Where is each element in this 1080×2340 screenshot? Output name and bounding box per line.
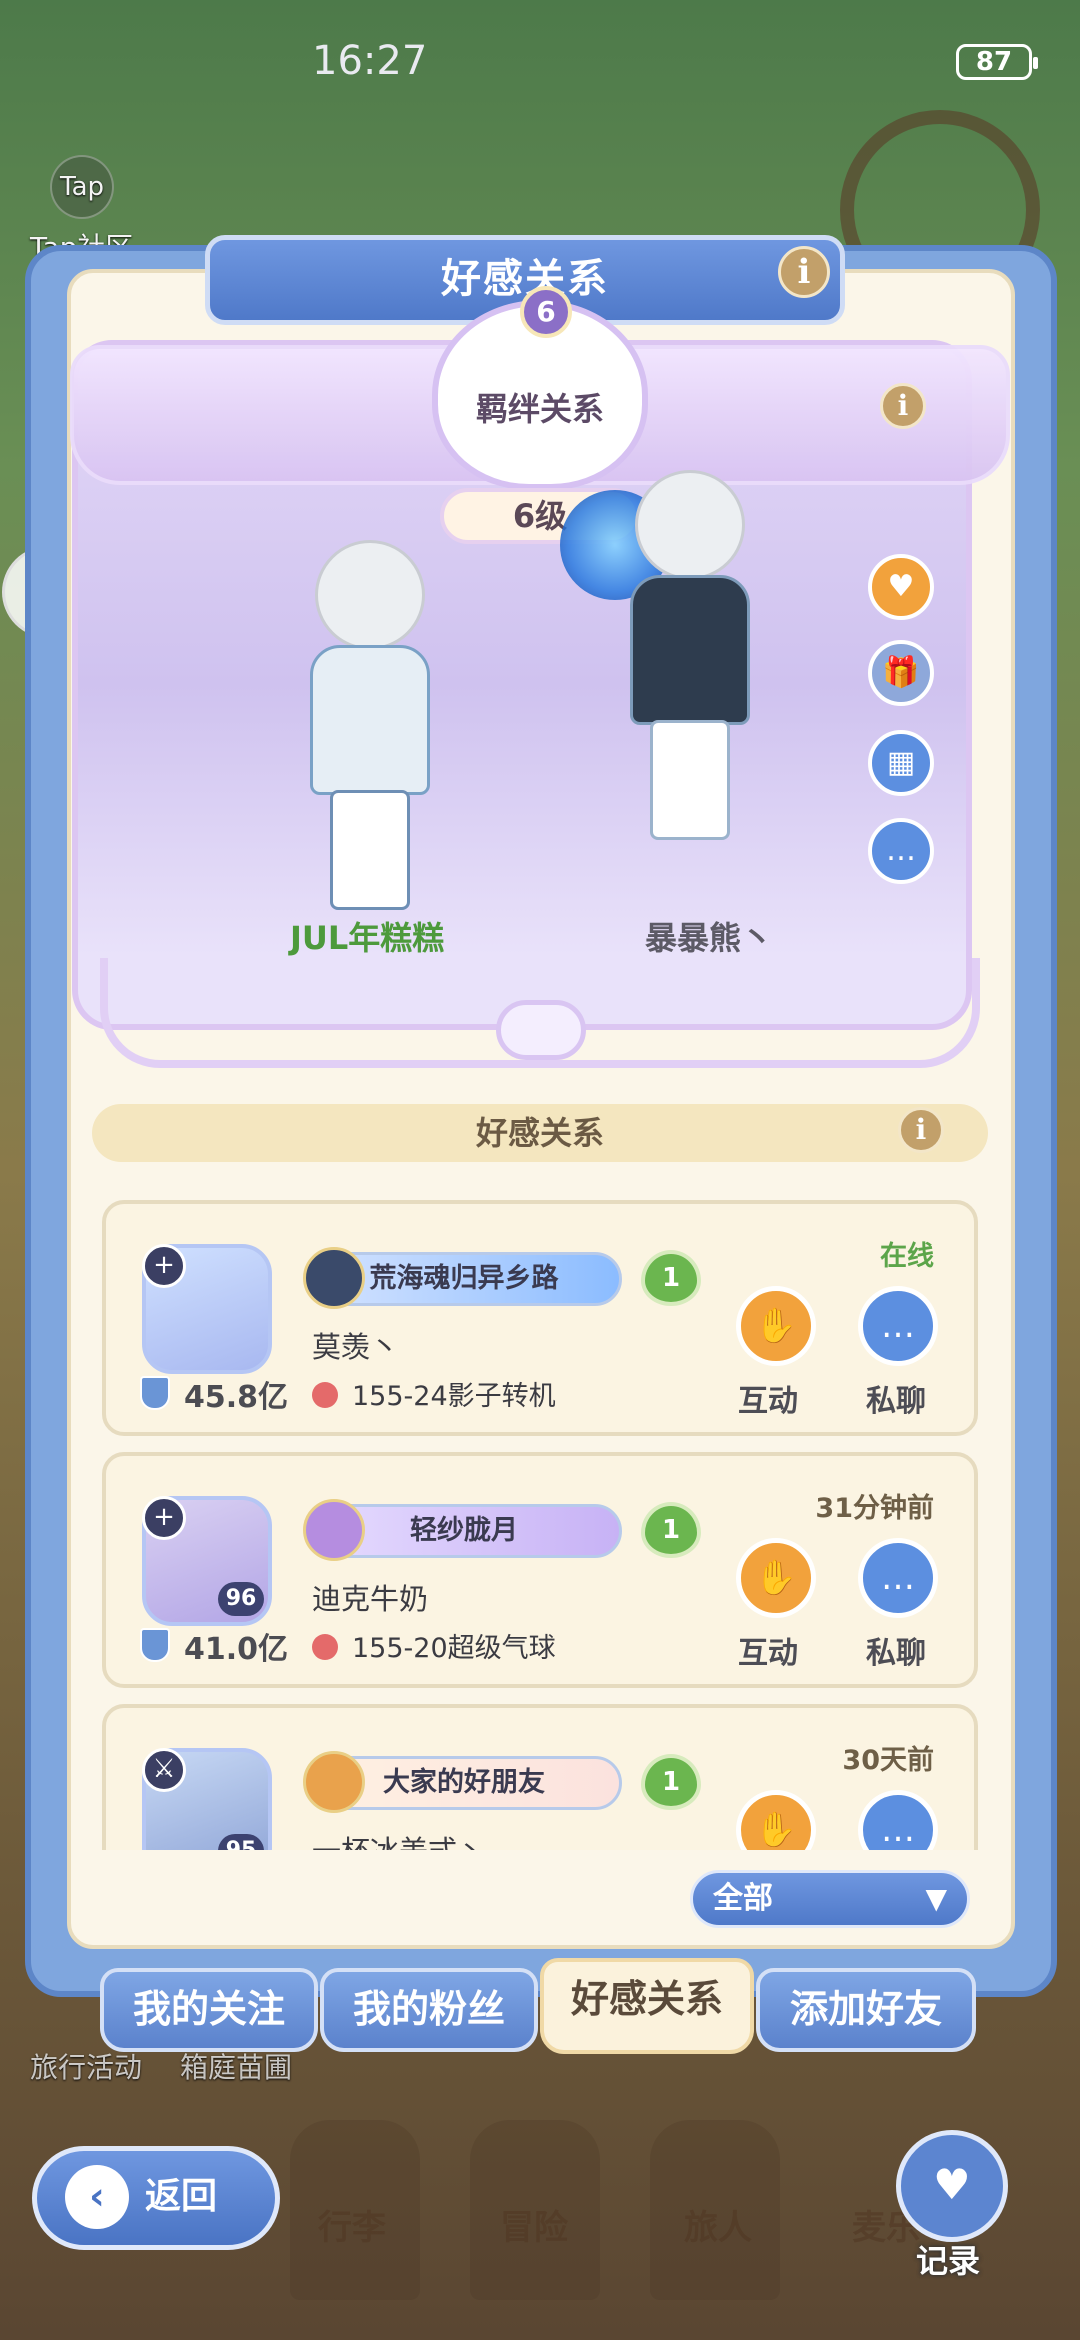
friend-power: 41.0亿 — [184, 1632, 289, 1667]
bow-ornament — [496, 1000, 586, 1060]
shield-icon — [140, 1376, 170, 1410]
character-head — [635, 470, 745, 580]
friend-nickname: 迪克牛奶 — [312, 1582, 429, 1616]
tab-following[interactable]: 我的关注 — [100, 1968, 318, 2052]
status-time: 16:27 — [312, 38, 428, 84]
title-emblem-icon — [303, 1751, 365, 1813]
friend-level: 96 — [218, 1582, 264, 1616]
friend-card[interactable]: + 96 41.0亿 轻纱胧月 1 迪克牛奶 155-20超级气球 31分钟前 … — [102, 1452, 978, 1688]
friend-level: 95 — [218, 1834, 264, 1850]
bond-heart-emblem: 6 羁绊关系 — [432, 286, 648, 490]
bond-label: 羁绊关系 — [475, 390, 604, 428]
adventure-nav-label: 冒险 — [500, 2208, 568, 2248]
bg-travel-event-label: 旅行活动 — [30, 2051, 143, 2084]
private-chat-button[interactable]: … — [858, 1790, 938, 1850]
friend-avatar[interactable]: + 96 — [142, 1496, 272, 1626]
private-chat-button[interactable]: … — [858, 1538, 938, 1618]
friend-status: 30天前 — [842, 1745, 934, 1776]
class-badge-icon: + — [142, 1496, 186, 1540]
private-chat-button[interactable]: … — [858, 1286, 938, 1366]
character-body — [310, 645, 430, 795]
section-title: 好感关系 — [475, 1114, 604, 1152]
player-name-left: JUL年糕糕 — [290, 919, 445, 957]
traveler-nav-label: 旅人 — [684, 2208, 752, 2248]
location-pin-icon — [312, 1382, 338, 1408]
affinity-heart-badge: 1 — [641, 1502, 701, 1558]
chevron-left-icon: ‹ — [65, 2165, 129, 2229]
player-character-right — [590, 470, 810, 890]
friend-title-tag: 荒海魂归异乡路 — [303, 1247, 622, 1309]
private-chat-label: 私聊 — [866, 1636, 926, 1671]
friend-location-text: 155-24影子转机 — [352, 1381, 556, 1412]
friend-title: 大家的好朋友 — [383, 1767, 545, 1798]
character-body — [630, 575, 750, 725]
filter-value: 全部 — [713, 1881, 773, 1916]
chat-bubble-icon[interactable]: … — [868, 818, 934, 884]
friend-title-tag: 大家的好朋友 — [303, 1751, 622, 1813]
friend-location-text: 155-20超级气球 — [352, 1633, 556, 1664]
character-legs — [650, 720, 730, 840]
bond-info-button[interactable]: i — [880, 383, 926, 429]
character-legs — [330, 790, 410, 910]
friend-avatar[interactable]: + — [142, 1244, 272, 1374]
tab-affinity[interactable]: 好感关系 — [540, 1958, 754, 2054]
location-pin-icon — [312, 1634, 338, 1660]
affinity-heart-badge: 1 — [641, 1754, 701, 1810]
section-info-button[interactable]: i — [898, 1107, 944, 1153]
luggage-nav-label: 行李 — [318, 2208, 386, 2248]
friend-avatar[interactable]: ⚔ 95 — [142, 1748, 272, 1850]
bg-garden-label: 箱庭苗圃 — [180, 2051, 293, 2084]
shield-icon — [140, 1628, 170, 1662]
friend-status: 在线 — [880, 1241, 934, 1272]
player-name-right: 暴暴熊丶 — [645, 919, 774, 957]
friend-card[interactable]: ⚔ 95 大家的好朋友 1 一杯冰美式丶 30天前 ✋ … — [102, 1704, 978, 1850]
record-notebook-icon[interactable]: ♥ — [896, 2130, 1008, 2242]
interact-button[interactable]: ✋ — [736, 1538, 816, 1618]
panel-info-button[interactable]: i — [778, 246, 830, 298]
heart-gift-icon[interactable]: ♥ — [868, 554, 934, 620]
battery-indicator: 87 — [956, 44, 1038, 80]
chevron-down-icon: ▼ — [925, 1882, 947, 1915]
character-head — [315, 540, 425, 650]
player-character-left — [270, 540, 460, 920]
title-emblem-icon — [303, 1499, 365, 1561]
class-badge-icon: + — [142, 1244, 186, 1288]
interact-label: 互动 — [738, 1384, 798, 1419]
tab-add-friend[interactable]: 添加好友 — [756, 1968, 976, 2052]
class-badge-icon: ⚔ — [142, 1748, 186, 1792]
title-emblem-icon — [303, 1247, 365, 1309]
friend-status: 31分钟前 — [815, 1493, 934, 1524]
friend-power: 45.8亿 — [184, 1380, 289, 1415]
friend-title: 轻纱胧月 — [410, 1515, 518, 1546]
back-label: 返回 — [145, 2176, 218, 2217]
friend-nickname: 莫羡丶 — [312, 1330, 400, 1364]
friend-title: 荒海魂归异乡路 — [369, 1263, 559, 1294]
friend-list[interactable]: + 45.8亿 荒海魂归异乡路 1 莫羡丶 155-24影子转机 在线 ✋ … … — [102, 1200, 978, 1850]
status-bar: 16:27 87 — [0, 0, 1080, 120]
interact-label: 互动 — [738, 1636, 798, 1671]
calendar-icon[interactable]: ▦ — [868, 730, 934, 796]
bond-level-badge: 6 — [520, 286, 572, 338]
friend-location: 155-20超级气球 — [312, 1626, 556, 1665]
back-button[interactable]: ‹ 返回 — [32, 2146, 280, 2250]
friend-nickname: 一杯冰美式丶 — [312, 1828, 486, 1850]
friend-card[interactable]: + 45.8亿 荒海魂归异乡路 1 莫羡丶 155-24影子转机 在线 ✋ … … — [102, 1200, 978, 1436]
interact-button[interactable]: ✋ — [736, 1790, 816, 1850]
private-chat-label: 私聊 — [866, 1384, 926, 1419]
section-title-bar: 好感关系 i — [92, 1104, 988, 1162]
filter-dropdown[interactable]: 全部 ▼ — [690, 1870, 970, 1928]
interact-button[interactable]: ✋ — [736, 1286, 816, 1366]
affinity-heart-badge: 1 — [641, 1250, 701, 1306]
tap-logo-icon: Tap — [50, 155, 114, 219]
tab-fans[interactable]: 我的粉丝 — [320, 1968, 538, 2052]
gift-box-icon[interactable]: 🎁 — [868, 640, 934, 706]
friend-location: 155-24影子转机 — [312, 1374, 556, 1413]
record-label: 记录 — [916, 2242, 981, 2280]
friend-title-tag: 轻纱胧月 — [303, 1499, 622, 1561]
